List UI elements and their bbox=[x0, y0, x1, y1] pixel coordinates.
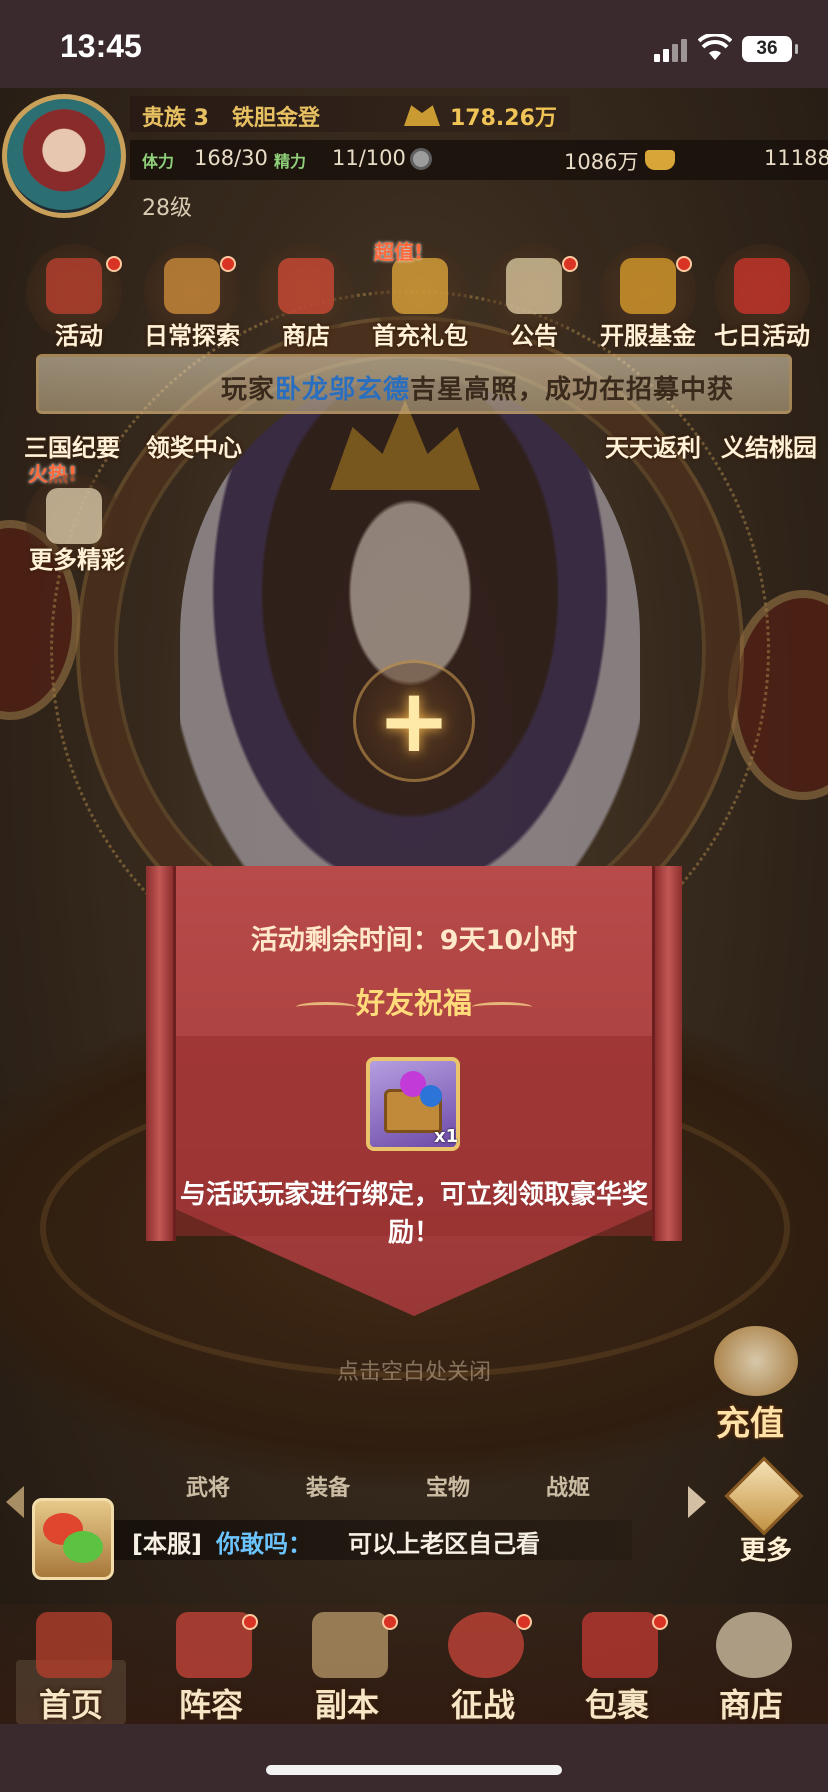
silver-coin-icon bbox=[410, 148, 432, 170]
nav-bag-label: 包裹 bbox=[584, 1686, 649, 1724]
stamina-icon: 体力 bbox=[142, 152, 175, 171]
generals-button[interactable]: 武将 bbox=[186, 1470, 230, 1502]
gift-icon bbox=[392, 258, 448, 314]
knot-icon bbox=[734, 258, 790, 314]
more-button[interactable]: 更多 bbox=[740, 1530, 792, 1567]
flower-icon bbox=[46, 488, 102, 544]
nav-home[interactable]: 首页 bbox=[6, 1604, 136, 1724]
scroll-left-arrow[interactable] bbox=[6, 1486, 24, 1518]
seven-day-label: 七日活动 bbox=[714, 322, 810, 350]
palace-icon bbox=[36, 1612, 112, 1678]
nav-dungeon-label: 副本 bbox=[314, 1686, 379, 1724]
notice-scroll-icon bbox=[506, 258, 562, 314]
coins-icon bbox=[716, 1612, 792, 1678]
treasure-icon bbox=[620, 258, 676, 314]
scroll-rod-left bbox=[146, 866, 176, 1241]
wifi-icon bbox=[698, 34, 732, 60]
noble-level[interactable]: 贵族 3 bbox=[142, 100, 209, 132]
shop-label: 商店 bbox=[282, 322, 330, 350]
nav-bag-badge bbox=[652, 1614, 668, 1630]
home-indicator-area bbox=[0, 1724, 828, 1792]
recharge-icon[interactable] bbox=[714, 1326, 798, 1396]
popup-title: 好友祝福 bbox=[355, 986, 472, 1020]
chat-sender[interactable]: 你敢吗： bbox=[216, 1524, 312, 1559]
more-events-label: 更多精彩 bbox=[29, 546, 125, 574]
stamina-value[interactable]: 168/30 bbox=[194, 146, 268, 170]
nav-lineup-badge bbox=[242, 1614, 258, 1630]
cellular-signal-icon bbox=[654, 38, 688, 62]
gold-ingot-icon bbox=[645, 150, 675, 170]
nav-campaign-badge bbox=[516, 1614, 532, 1630]
daily-explore-badge bbox=[220, 256, 236, 272]
value-tag: 超值! bbox=[374, 240, 424, 264]
popup-description: 与活跃玩家进行绑定，可立刻领取豪华奖励！ bbox=[180, 1180, 649, 1248]
drum-icon bbox=[46, 258, 102, 314]
shop-icon bbox=[278, 258, 334, 314]
battery-icon: 36 bbox=[742, 36, 798, 62]
silver-value[interactable]: 1086万 bbox=[564, 146, 638, 176]
nav-shop[interactable]: 商店 bbox=[686, 1604, 816, 1724]
broadcast-marquee: 玩家卧龙邬玄德吉星高照，成功在招募中获 bbox=[36, 354, 792, 414]
activity-label: 活动 bbox=[55, 322, 103, 350]
chat-bubble-green-icon bbox=[63, 1531, 103, 1563]
add-hero-button[interactable]: + bbox=[353, 660, 475, 782]
player-avatar[interactable] bbox=[2, 94, 126, 218]
nav-lineup-label: 阵容 bbox=[178, 1686, 243, 1724]
treasure-button[interactable]: 宝物 bbox=[426, 1470, 470, 1502]
first-recharge-label: 首充礼包 bbox=[372, 322, 468, 350]
status-bar: 13:45 36 bbox=[0, 0, 828, 88]
scroll-rod-right bbox=[652, 866, 682, 1241]
chat-button[interactable] bbox=[32, 1498, 114, 1580]
scroll-right-arrow[interactable] bbox=[688, 1486, 706, 1518]
activity-badge bbox=[106, 256, 122, 272]
target-icon bbox=[448, 1612, 524, 1678]
energy-icon: 精力 bbox=[274, 152, 307, 171]
nav-shop-label: 商店 bbox=[718, 1686, 783, 1724]
scroll-icon bbox=[164, 258, 220, 314]
gold-value[interactable]: 11188 bbox=[764, 146, 828, 170]
announcement-label: 公告 bbox=[510, 322, 558, 350]
close-hint[interactable]: 点击空白处关闭 bbox=[0, 1354, 828, 1386]
energy-value[interactable]: 11/100 bbox=[332, 146, 406, 170]
recharge-button[interactable]: 充值 bbox=[716, 1396, 784, 1445]
war-maiden-button[interactable]: 战姬 bbox=[546, 1470, 590, 1502]
daily-rebate-button[interactable]: 天天返利 bbox=[588, 428, 718, 463]
peach-garden-button[interactable]: 义结桃园 bbox=[704, 428, 828, 463]
daily-explore-label: 日常探索 bbox=[144, 322, 240, 350]
server-fund-badge bbox=[676, 256, 692, 272]
announcement-badge bbox=[562, 256, 578, 272]
marquee-text: 玩家卧龙邬玄德吉星高照，成功在招募中获 bbox=[221, 375, 735, 405]
chat-message: 可以上老区自己看 bbox=[348, 1530, 540, 1558]
player-name: 铁胆金登 bbox=[232, 106, 321, 131]
home-indicator[interactable] bbox=[266, 1765, 562, 1775]
combat-power: 178.26万 bbox=[450, 106, 557, 131]
chat-channel: [本服] bbox=[132, 1530, 202, 1558]
bag-icon bbox=[582, 1612, 658, 1678]
flag-icon bbox=[176, 1612, 252, 1678]
event-time-remaining: 活动剩余时间：9天10小时 bbox=[250, 925, 578, 956]
nav-home-label: 首页 bbox=[38, 1686, 103, 1724]
swords-icon bbox=[312, 1612, 388, 1678]
reward-count: x1 bbox=[434, 1126, 459, 1147]
reward-center-button[interactable]: 领奖中心 bbox=[129, 428, 259, 463]
blue-gem-icon bbox=[420, 1085, 442, 1107]
equipment-button[interactable]: 装备 bbox=[306, 1470, 350, 1502]
nav-campaign-label: 征战 bbox=[450, 1686, 515, 1724]
player-level: 28级 bbox=[142, 196, 192, 221]
status-time: 13:45 bbox=[60, 28, 142, 64]
server-fund-label: 开服基金 bbox=[600, 322, 696, 350]
marquee-player-name: 卧龙邬玄德 bbox=[275, 375, 411, 405]
nav-dungeon-badge bbox=[382, 1614, 398, 1630]
